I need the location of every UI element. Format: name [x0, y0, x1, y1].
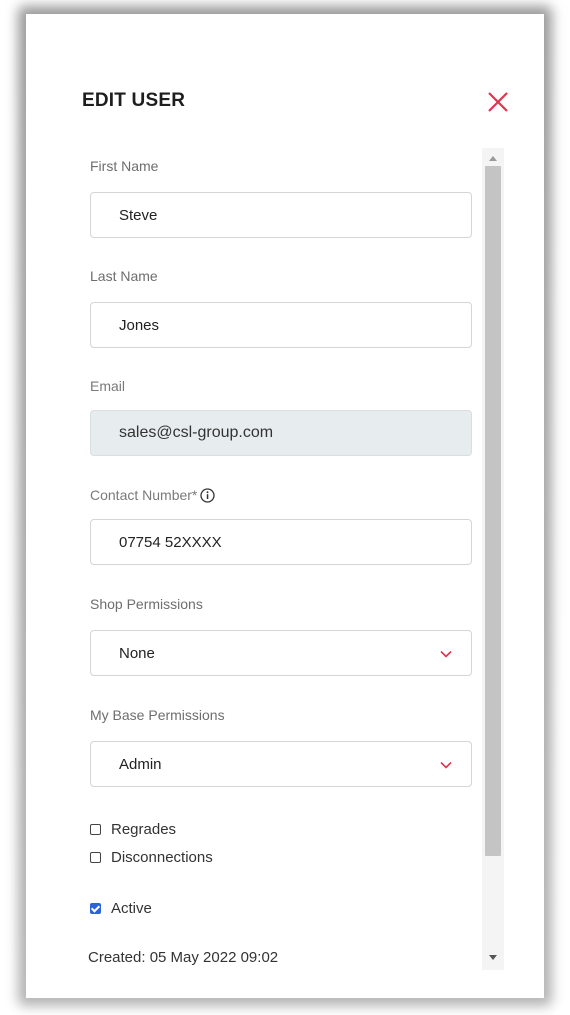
- edit-user-dialog: EDIT USER First Name Steve Last Name Jon…: [26, 14, 544, 998]
- dialog-title: EDIT USER: [82, 90, 186, 111]
- close-button[interactable]: [484, 88, 512, 116]
- form-scroll-area: First Name Steve Last Name Jones Email s…: [26, 154, 484, 986]
- contact-number-field[interactable]: 07754 52XXXX: [90, 519, 472, 565]
- active-label: Active: [111, 900, 152, 917]
- email-field: sales@csl-group.com: [90, 410, 472, 456]
- vertical-scrollbar[interactable]: [482, 148, 504, 970]
- last-name-field[interactable]: Jones: [90, 302, 472, 348]
- first-name-field[interactable]: Steve: [90, 192, 472, 238]
- scroll-up-arrow-icon[interactable]: [488, 154, 498, 164]
- regrades-label: Regrades: [111, 821, 177, 838]
- scroll-down-arrow-icon[interactable]: [488, 952, 498, 962]
- email-label: Email: [90, 378, 126, 394]
- disconnections-checkbox[interactable]: Disconnections: [90, 849, 213, 866]
- disconnections-label: Disconnections: [111, 849, 213, 866]
- active-checkbox-box[interactable]: [90, 903, 101, 914]
- regrades-checkbox[interactable]: Regrades: [90, 821, 176, 838]
- shop-permissions-label: Shop Permissions: [90, 596, 203, 612]
- contact-number-label: Contact Number*: [90, 487, 216, 503]
- chevron-down-icon: [440, 761, 452, 769]
- close-icon: [488, 92, 508, 112]
- contact-number-label-text: Contact Number*: [90, 487, 198, 503]
- first-name-label: First Name: [90, 158, 159, 174]
- disconnections-checkbox-box[interactable]: [90, 852, 101, 863]
- email-value: sales@csl-group.com: [119, 424, 274, 441]
- shop-permissions-value: None: [119, 645, 155, 662]
- contact-number-value: 07754 52XXXX: [119, 534, 222, 551]
- mybase-permissions-value: Admin: [119, 756, 162, 773]
- scrollbar-thumb[interactable]: [485, 166, 501, 856]
- last-name-label: Last Name: [90, 268, 158, 284]
- shop-permissions-select[interactable]: None: [90, 630, 472, 676]
- first-name-value: Steve: [119, 207, 158, 224]
- active-checkbox[interactable]: Active: [90, 900, 152, 917]
- last-name-value: Jones: [119, 317, 160, 334]
- info-icon[interactable]: [200, 488, 216, 503]
- regrades-checkbox-box[interactable]: [90, 824, 101, 835]
- chevron-down-icon: [440, 650, 452, 658]
- mybase-permissions-select[interactable]: Admin: [90, 741, 472, 787]
- mybase-permissions-label: My Base Permissions: [90, 707, 225, 723]
- created-timestamp: Created: 05 May 2022 09:02: [88, 949, 279, 966]
